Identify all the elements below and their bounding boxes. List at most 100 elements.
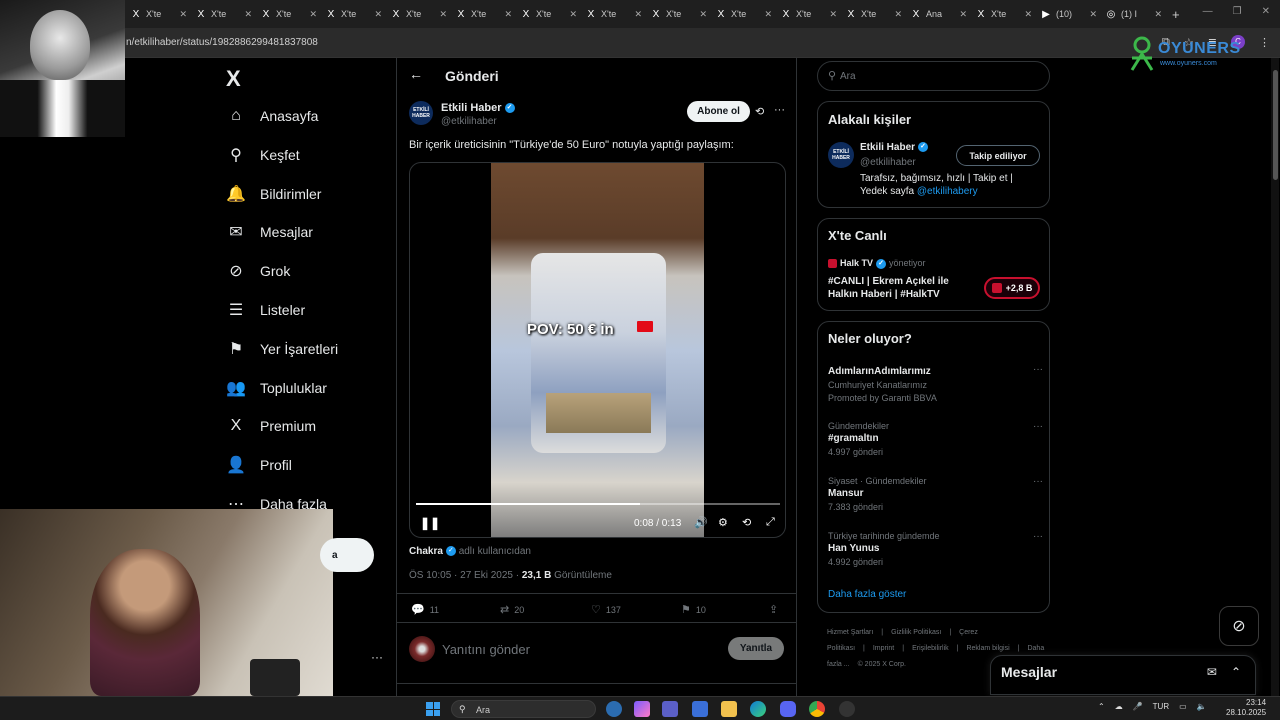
browser-tab[interactable]: X X'te ✕ [451, 3, 516, 25]
rotate-icon[interactable]: ⟲ [742, 516, 751, 529]
tab-close-icon[interactable]: ✕ [764, 9, 772, 20]
url-field[interactable]: n/etkilihaber/status/1982886299481837808 [126, 37, 318, 48]
tab-close-icon[interactable]: ✕ [1024, 9, 1032, 20]
x-logo[interactable]: X [226, 66, 241, 92]
nav-item[interactable]: ☰ Listeler [226, 297, 305, 323]
subscribe-button[interactable]: Abone ol [687, 101, 750, 122]
bookmark-action[interactable]: ⚑ 10 [681, 603, 706, 616]
tab-close-icon[interactable]: ✕ [699, 9, 707, 20]
browser-tab[interactable]: X X'te ✕ [841, 3, 906, 25]
search-input[interactable]: ⚲ Ara [817, 61, 1050, 91]
scrollbar-thumb[interactable] [1273, 70, 1278, 180]
tab-close-icon[interactable]: ✕ [1154, 9, 1162, 20]
tab-close-icon[interactable]: ✕ [179, 9, 187, 20]
live-stream-title[interactable]: #CANLI | Ekrem Açıkel ile Halkın Haberi … [828, 275, 978, 301]
live-host[interactable]: Halk TV ✓ yönetiyor [828, 258, 926, 269]
taskview-icon[interactable] [606, 701, 622, 717]
browser-menu-icon[interactable]: ⋮ [1259, 36, 1270, 49]
tab-close-icon[interactable]: ✕ [569, 9, 577, 20]
tab-close-icon[interactable]: ✕ [634, 9, 642, 20]
store-icon[interactable] [692, 701, 708, 717]
settings-gear-icon[interactable]: ⚙ [718, 516, 728, 529]
language-indicator[interactable]: TUR [1153, 702, 1169, 711]
related-avatar[interactable]: ETKİLİ HABER [828, 142, 854, 168]
new-message-icon[interactable]: ✉ [1207, 665, 1217, 679]
trend-item[interactable]: AdımlarınAdımlarımız Cumhuriyet Kanatları… [828, 364, 1043, 403]
bio-mention-link[interactable]: @etkilihabery [917, 186, 978, 197]
tab-close-icon[interactable]: ✕ [829, 9, 837, 20]
back-arrow-icon[interactable]: ← [409, 66, 423, 82]
grok-explain-icon[interactable]: ⟲ [755, 105, 764, 118]
related-handle[interactable]: @etkilihaber [860, 157, 916, 168]
live-listeners-badge[interactable]: +2,8 B [984, 277, 1040, 299]
user-avatar[interactable] [409, 636, 435, 662]
grok-floating-button[interactable]: ⊘ [1219, 606, 1259, 646]
browser-tab[interactable]: X X'te ✕ [126, 3, 191, 25]
more-options-icon[interactable]: ··· [774, 104, 785, 116]
attribution-name[interactable]: Chakra [409, 546, 443, 557]
settings-app-icon[interactable] [839, 701, 855, 717]
minimize-icon[interactable]: — [1203, 6, 1213, 17]
taskbar-search[interactable]: ⚲ Ara [451, 700, 596, 718]
related-name[interactable]: Etkili Haber ✓ [860, 142, 929, 153]
trend-item[interactable]: Siyaset · Gündemdekiler Mansur 7.383 gönde… [828, 476, 1043, 512]
file-explorer-icon[interactable] [721, 701, 737, 717]
browser-tab[interactable]: X X'te ✕ [776, 3, 841, 25]
reply-action[interactable]: 💬 11 [411, 603, 439, 616]
new-tab-button[interactable]: + [1172, 7, 1180, 22]
author-handle[interactable]: @etkilihaber [441, 116, 497, 127]
tab-close-icon[interactable]: ✕ [309, 9, 317, 20]
reply-input[interactable]: Yanıtını gönder [442, 642, 530, 657]
tab-close-icon[interactable]: ✕ [244, 9, 252, 20]
video-progress-bar[interactable] [416, 503, 780, 505]
browser-tab[interactable]: X X'te ✕ [646, 3, 711, 25]
footer-link[interactable]: © 2025 X Corp. [858, 661, 906, 668]
share-action[interactable]: ⇪ [769, 603, 778, 616]
expand-drawer-icon[interactable]: ⌃ [1231, 665, 1241, 679]
browser-tab[interactable]: X X'te ✕ [191, 3, 256, 25]
copilot-icon[interactable] [634, 701, 650, 717]
browser-tab[interactable]: X X'te ✕ [321, 3, 386, 25]
footer-link[interactable]: Gizlilik Politikası [891, 629, 941, 636]
onedrive-icon[interactable]: ☁ [1115, 702, 1123, 711]
author-avatar[interactable]: ETKİLİ HABER [409, 101, 433, 125]
footer-link[interactable]: Erişilebilirlik [912, 645, 949, 652]
post-date[interactable]: ÖS 10:05 · 27 Eki 2025 · [409, 570, 519, 581]
nav-item[interactable]: ⚲ Keşfet [226, 142, 300, 168]
browser-tab[interactable]: X X'te ✕ [256, 3, 321, 25]
browser-tab[interactable]: X X'te ✕ [386, 3, 451, 25]
fullscreen-icon[interactable]: ⤢ [766, 516, 775, 529]
chrome-icon[interactable] [809, 701, 825, 717]
browser-tab[interactable]: ◎ (1) I ✕ [1101, 3, 1166, 25]
footer-link[interactable]: Reklam bilgisi [966, 645, 1009, 652]
footer-link[interactable]: Imprint [873, 645, 894, 652]
browser-tab[interactable]: X Ana ✕ [906, 3, 971, 25]
post-button[interactable]: a [320, 538, 374, 572]
microphone-icon[interactable]: 🎤 [1133, 702, 1143, 711]
author-name[interactable]: Etkili Haber ✓ [441, 102, 515, 114]
reply-button[interactable]: Yanıtla [728, 637, 784, 660]
trend-more-icon[interactable]: ··· [1033, 476, 1043, 487]
discord-icon[interactable] [780, 701, 796, 717]
nav-item[interactable]: 👤 Profil [226, 452, 292, 478]
volume-icon[interactable]: 🔊 [694, 516, 708, 529]
browser-tab[interactable]: X X'te ✕ [516, 3, 581, 25]
nav-item[interactable]: ⌂ Anasayfa [226, 103, 318, 129]
browser-tab[interactable]: X X'te ✕ [971, 3, 1036, 25]
account-more-icon[interactable]: ··· [371, 650, 383, 664]
tab-close-icon[interactable]: ✕ [959, 9, 967, 20]
trend-more-icon[interactable]: ··· [1033, 421, 1043, 432]
tab-close-icon[interactable]: ✕ [439, 9, 447, 20]
tray-expand-icon[interactable]: ⌃ [1098, 702, 1105, 711]
messages-drawer[interactable]: Mesajlar ✉ ⌃ [990, 655, 1256, 695]
close-window-icon[interactable]: ✕ [1262, 6, 1270, 17]
teams-icon[interactable] [662, 701, 678, 717]
nav-item[interactable]: ✉ Mesajlar [226, 219, 313, 245]
nav-item[interactable]: 🔔 Bildirimler [226, 181, 321, 207]
like-action[interactable]: ♡ 137 [591, 603, 621, 616]
trend-item[interactable]: Gündemdekiler #gramaltın 4.997 gönderi ··· [828, 421, 1043, 457]
windows-start-icon[interactable] [426, 702, 440, 716]
trend-more-icon[interactable]: ··· [1033, 531, 1043, 542]
footer-link[interactable]: Hizmet Şartları [827, 629, 873, 636]
network-icon[interactable]: ▭ [1179, 702, 1187, 711]
